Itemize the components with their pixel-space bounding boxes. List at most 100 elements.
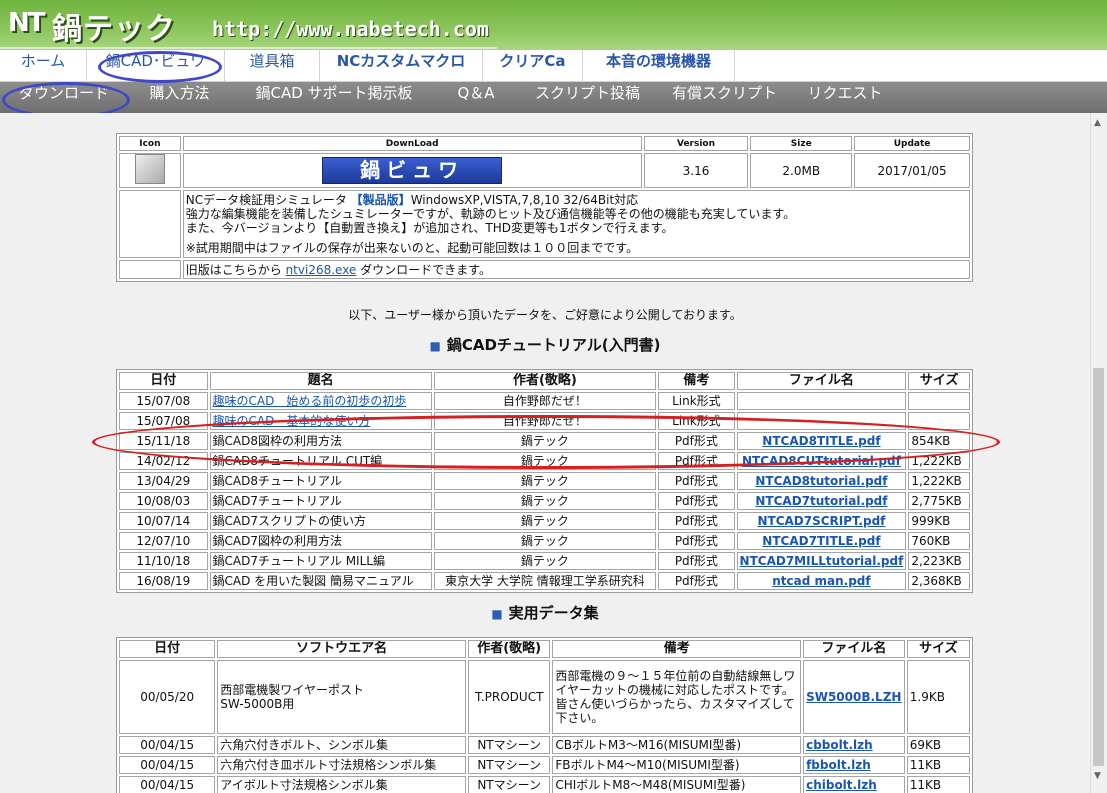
col-version: Version — [643, 136, 749, 151]
cell-size: 1.9KB — [906, 660, 970, 734]
file-link[interactable]: SW5000B.LZH — [806, 690, 901, 704]
table-row: 15/07/08 趣味のCAD 始める前の初歩の初歩 自作野郎だぜ！ Link形式 — [119, 392, 970, 410]
file-link[interactable]: chibolt.lzh — [806, 778, 877, 792]
table-row: 00/04/15 六角穴付き皿ボルト寸法規格シンボル集 NTマシーン FBボルトM4～… — [119, 756, 970, 774]
cell-author: 鍋テック — [433, 472, 657, 490]
cell-note: Pdf形式 — [658, 572, 735, 590]
size-value: 2.0MB — [750, 153, 853, 188]
nav-clear-ca[interactable]: クリアCa — [483, 50, 583, 82]
cell-author: NTマシーン — [468, 736, 551, 754]
file-link[interactable]: NTCAD7TITLE.pdf — [762, 534, 880, 548]
th-date: 日付 — [119, 372, 208, 390]
site-header: NT 鍋テック http://www.nabetech.com — [0, 0, 1107, 50]
cell-date: 00/04/15 — [119, 756, 216, 774]
nav-paid-script[interactable]: 有償スクリプト — [662, 82, 787, 113]
cell-date: 00/05/20 — [119, 660, 216, 734]
file-link[interactable]: cbbolt.lzh — [806, 738, 873, 752]
desc-line3: また、今バージョンより【自動置き換え】が追加され、THD変更等も1ボタンで行えま… — [185, 221, 674, 235]
section-bullet-icon: ■ — [429, 339, 441, 353]
nav-toolbox[interactable]: 道具箱 — [225, 50, 320, 82]
intro-text: 以下、ユーザー様から頂いたデータを、ご好意により公開しております。 — [348, 308, 742, 322]
cell-size: 999KB — [908, 512, 970, 530]
cell-note: Pdf形式 — [658, 472, 735, 490]
product-edition-badge: 【製品版】 — [350, 193, 411, 207]
cell-filename: chibolt.lzh — [803, 776, 905, 793]
product-icon-cell — [119, 153, 181, 188]
practical-rows: 00/05/20 西部電機製ワイヤーポスト SW-5000B用 T.PRODUCT 西… — [119, 660, 970, 793]
scrollbar-thumb[interactable] — [1093, 368, 1104, 766]
header-divider — [0, 47, 497, 49]
file-link[interactable]: fbbolt.lzh — [806, 758, 871, 772]
scroll-down-arrow-icon[interactable]: ▼ — [1094, 771, 1101, 781]
file-link[interactable]: NTCAD7SCRIPT.pdf — [757, 514, 885, 528]
th-filename: ファイル名 — [736, 372, 907, 390]
annotation-circle-nav-viewer — [98, 51, 222, 83]
th-note: 備考 — [552, 640, 802, 658]
cell-author: 鍋テック — [433, 532, 657, 550]
viewer-app-icon — [134, 154, 165, 184]
cell-size: 2,775KB — [908, 492, 970, 510]
cell-size: 69KB — [906, 736, 970, 754]
desc-line2: 強力な編集機能を装備したシュミレーターですが、軌跡のヒット及び通信機能等その他の… — [185, 207, 796, 221]
download-table: Icon DownLoad Version Size Update 鍋ビュワ 3… — [116, 133, 973, 282]
cell-filename: SW5000B.LZH — [803, 660, 905, 734]
cell-size — [908, 392, 970, 410]
cell-author: 自作野郎だぜ！ — [433, 392, 657, 410]
cell-filename: cbbolt.lzh — [803, 736, 905, 754]
cell-size: 2,223KB — [908, 552, 970, 570]
file-link[interactable]: NTCAD7MILLtutorial.pdf — [740, 554, 904, 568]
cell-filename: NTCAD7SCRIPT.pdf — [736, 512, 907, 530]
tutorial-link[interactable]: 趣味のCAD 始める前の初歩の初歩 — [213, 394, 407, 408]
nav-request[interactable]: リクエスト — [800, 82, 890, 113]
cell-title: 趣味のCAD 始める前の初歩の初歩 — [209, 392, 432, 410]
scroll-up-arrow-icon[interactable]: ▲ — [1094, 118, 1101, 128]
nav-purchase[interactable]: 購入方法 — [132, 82, 227, 113]
cell-note: FBボルトM4～M10(MISUMI型番) — [552, 756, 802, 774]
nav-script-post[interactable]: スクリプト投稿 — [525, 82, 650, 113]
cell-date: 11/10/18 — [119, 552, 208, 570]
practical-data-table: 日付 ソフトウエア名 作者(敬略) 備考 ファイル名 サイズ 00/05/20 西… — [116, 637, 973, 793]
old-version-prefix: 旧版はこちらから — [185, 263, 286, 277]
col-download: DownLoad — [182, 136, 642, 151]
nav-qa[interactable]: Q＆A — [440, 82, 512, 113]
cell-note: CBボルトM3～M16(MISUMI型番) — [552, 736, 802, 754]
cell-filename: NTCAD7TITLE.pdf — [736, 532, 907, 550]
file-link[interactable]: ntcad man.pdf — [772, 574, 870, 588]
file-link[interactable]: NTCAD7tutorial.pdf — [755, 494, 887, 508]
th-title: 題名 — [209, 372, 432, 390]
table-row: 10/08/03 鍋CAD7チュートリアル 鍋テック Pdf形式 NTCAD7tutor… — [119, 492, 970, 510]
table-row: 00/05/20 西部電機製ワイヤーポスト SW-5000B用 T.PRODUCT 西… — [119, 660, 970, 734]
old-version-suffix: ダウンロードできます。 — [356, 263, 491, 277]
desc-line1: NCデータ検証用シミュレータ — [185, 193, 351, 207]
nav-environment-equipment[interactable]: 本音の環境機器 — [583, 50, 735, 82]
cell-note: 西部電機の９～１５年位前の自動結線無しワイヤーカットの機械に対応したポストです。… — [552, 660, 802, 734]
cell-note: Pdf形式 — [658, 512, 735, 530]
nav-home[interactable]: ホーム — [0, 50, 87, 82]
cell-filename: NTCAD8tutorial.pdf — [736, 472, 907, 490]
file-link[interactable]: NTCAD8tutorial.pdf — [755, 474, 887, 488]
cell-date: 10/07/14 — [119, 512, 208, 530]
cell-date: 15/07/08 — [119, 392, 208, 410]
table-row: 12/07/10 鍋CAD7図枠の利用方法 鍋テック Pdf形式 NTCAD7TITLE… — [119, 532, 970, 550]
section-bullet-icon: ■ — [491, 607, 503, 621]
old-version-link[interactable]: ntvi268.exe — [286, 263, 357, 277]
th-note: 備考 — [658, 372, 735, 390]
table-row: 16/08/19 鍋CAD を用いた製図 簡易マニュアル 東京大学 大学院 情報理工… — [119, 572, 970, 590]
desc-blank-cell — [119, 190, 181, 258]
download-viewer-button[interactable]: 鍋ビュワ — [322, 157, 503, 184]
cell-note: Pdf形式 — [658, 492, 735, 510]
cell-author: NTマシーン — [468, 776, 551, 793]
logo-mark[interactable]: NT — [8, 8, 45, 38]
desc-os-support: WindowsXP,VISTA,7,8,10 32/64Bit対応 — [410, 193, 639, 207]
nav-nc-custom-macro[interactable]: NCカスタムマクロ — [320, 50, 483, 82]
cell-title: 鍋CAD7スクリプトの使い方 — [209, 512, 432, 530]
site-url: http://www.nabetech.com — [212, 17, 489, 41]
col-icon: Icon — [119, 136, 181, 151]
table-row: 00/04/15 六角穴付きボルト、シンボル集 NTマシーン CBボルトM3～M16(… — [119, 736, 970, 754]
cell-date: 12/07/10 — [119, 532, 208, 550]
cell-filename: NTCAD7tutorial.pdf — [736, 492, 907, 510]
table-row: 00/04/15 アイボルト寸法規格シンボル集 NTマシーン CHIボルトM8～M48… — [119, 776, 970, 793]
th-author: 作者(敬略) — [468, 640, 551, 658]
logo-text[interactable]: 鍋テック — [52, 4, 176, 48]
nav-support-board[interactable]: 鍋CAD サポート掲示板 — [240, 82, 428, 113]
